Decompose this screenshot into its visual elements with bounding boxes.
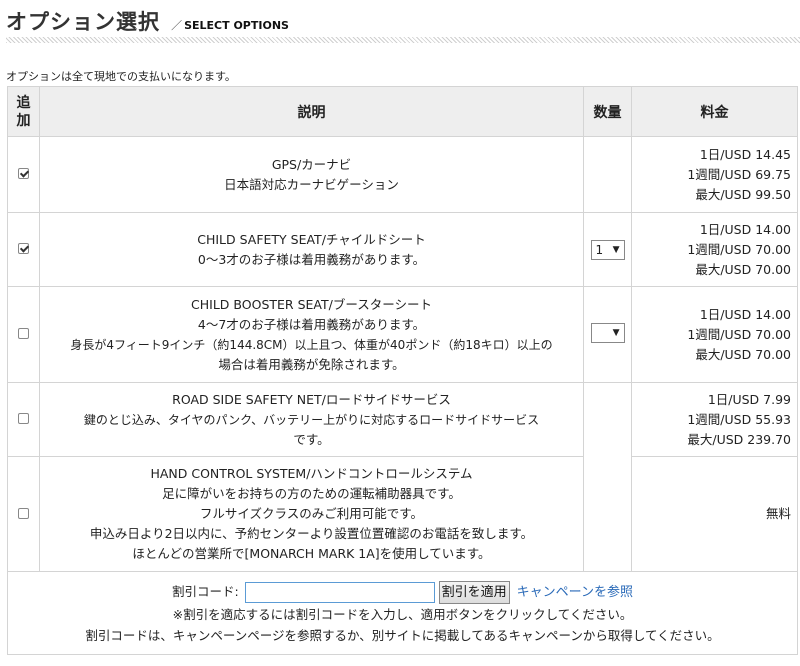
- discount-cell: 割引コード: 割引を適用 キャンペーンを参照 ※割引を適応するには割引コードを入…: [7, 571, 798, 655]
- chevron-down-icon: ▼: [612, 244, 620, 255]
- subtitle-slash: ／: [171, 19, 183, 32]
- description-line: 鍵のとじ込み、タイヤのパンク、バッテリー上がりに対応するロードサイドサービス: [83, 412, 540, 427]
- options-table: 追加 説明 数量 料金 GPS/カーナビ 日本語対応カーナビゲーション 1日/U…: [7, 86, 798, 655]
- table-row: ROAD SIDE SAFETY NET/ロードサイドサービス 鍵のとじ込み、タ…: [7, 382, 798, 457]
- option-checkbox-hand-control[interactable]: [18, 507, 29, 519]
- table-row: CHILD BOOSTER SEAT/ブースターシート 4〜7才のお子様は着用義…: [7, 286, 798, 383]
- page-title: オプション選択: [6, 10, 160, 34]
- option-checkbox-booster-seat[interactable]: [18, 328, 29, 339]
- header-quantity: 数量: [583, 86, 632, 137]
- price-line: 1日/USD 7.99: [707, 391, 791, 407]
- price-line: 1週間/USD 70.00: [687, 241, 791, 257]
- option-description: CHILD SAFETY SEAT/チャイルドシート 0〜3才のお子様は着用義務…: [39, 212, 584, 287]
- option-checkbox-gps[interactable]: [18, 168, 29, 179]
- description-line: CHILD SAFETY SEAT/チャイルドシート: [197, 231, 426, 247]
- description-line: HAND CONTROL SYSTEM/ハンドコントロールシステム: [150, 466, 473, 481]
- option-price: 1日/USD 14.45 1週間/USD 69.75 最大/USD 99.50: [631, 136, 798, 213]
- option-quantity-cell: ▼: [583, 286, 632, 383]
- description-line: フルサイズクラスのみご利用可能です。: [199, 506, 424, 521]
- discount-form: 割引コード: 割引を適用 キャンペーンを参照: [9, 580, 796, 604]
- price-line: 1週間/USD 55.93: [687, 411, 791, 427]
- description-line: 4〜7才のお子様は着用義務があります。: [197, 316, 426, 332]
- option-quantity-cell: 1 ▼: [583, 212, 632, 287]
- description-line: 場合は着用義務が免除されます。: [218, 356, 405, 372]
- description-line: 日本語対応カーナビゲーション: [224, 176, 399, 192]
- description-line: 身長が4フィート9インチ（約144.8CM）以上且つ、体重が40ポンド（約18キ…: [70, 337, 553, 352]
- page-subtitle: ／ SELECT OPTIONS: [171, 19, 289, 32]
- description-line: CHILD BOOSTER SEAT/ブースターシート: [191, 296, 432, 312]
- option-description: GPS/カーナビ 日本語対応カーナビゲーション: [39, 136, 584, 213]
- price-line: 最大/USD 70.00: [695, 346, 791, 362]
- quantity-select-child-seat[interactable]: 1 ▼: [590, 239, 625, 260]
- quantity-value: 1: [595, 242, 604, 257]
- option-price: 1日/USD 14.00 1週間/USD 70.00 最大/USD 70.00: [631, 212, 798, 287]
- description-line: ROAD SIDE SAFETY NET/ロードサイドサービス: [172, 391, 451, 407]
- discount-code-input[interactable]: [244, 581, 435, 603]
- option-add-cell: [7, 456, 40, 572]
- payment-note: オプションは全て現地での支払いになります。: [6, 70, 236, 83]
- description-line: 0〜3才のお子様は着用義務があります。: [197, 251, 426, 267]
- price-line: 1日/USD 14.00: [699, 306, 791, 322]
- option-checkbox-roadside[interactable]: [18, 413, 29, 424]
- option-add-cell: [7, 212, 40, 287]
- option-quantity-cell: [583, 382, 632, 457]
- price-line: 無料: [765, 506, 791, 521]
- option-quantity-cell: [583, 456, 632, 572]
- price-line: 最大/USD 99.50: [695, 186, 791, 202]
- option-price: 1日/USD 7.99 1週間/USD 55.93 最大/USD 239.70: [631, 382, 798, 457]
- page-header: オプション選択 ／ SELECT OPTIONS: [6, 6, 289, 36]
- header-add-label: 追加: [16, 94, 31, 129]
- description-line: 足に障がいをお持ちの方のための運転補助器具です。: [162, 486, 461, 501]
- description-line: ほとんどの営業所で[MONARCH MARK 1A]を使用しています。: [132, 546, 491, 561]
- option-checkbox-child-seat[interactable]: [18, 243, 29, 254]
- subtitle-text: SELECT OPTIONS: [184, 19, 289, 32]
- price-line: 1日/USD 14.45: [699, 146, 791, 162]
- discount-row: 割引コード: 割引を適用 キャンペーンを参照 ※割引を適応するには割引コードを入…: [7, 571, 798, 655]
- discount-label: 割引コード:: [171, 583, 239, 599]
- header-divider: [6, 37, 800, 43]
- option-add-cell: [7, 136, 40, 213]
- quantity-select-booster-seat[interactable]: ▼: [590, 323, 625, 343]
- option-price: 無料: [631, 456, 798, 572]
- table-row: HAND CONTROL SYSTEM/ハンドコントロールシステム 足に障がいを…: [7, 456, 798, 572]
- option-quantity-cell: [583, 136, 632, 213]
- header-description: 説明: [39, 86, 584, 137]
- header-price: 料金: [631, 86, 798, 137]
- discount-note-2: 割引コードは、キャンペーンページを参照するか、別サイトに掲載してあるキャンペーン…: [85, 627, 720, 643]
- apply-discount-button[interactable]: 割引を適用: [438, 580, 510, 604]
- option-description: CHILD BOOSTER SEAT/ブースターシート 4〜7才のお子様は着用義…: [39, 286, 584, 383]
- option-price: 1日/USD 14.00 1週間/USD 70.00 最大/USD 70.00: [631, 286, 798, 383]
- chevron-down-icon: ▼: [612, 328, 620, 338]
- price-line: 最大/USD 70.00: [695, 261, 791, 277]
- discount-note-1: ※割引を適応するには割引コードを入力し、適用ボタンをクリックしてください。: [172, 606, 633, 622]
- description-line: です。: [293, 431, 330, 447]
- description-line: 申込み日より2日以内に、予約センターより設置位置確認のお電話を致します。: [89, 526, 534, 541]
- price-line: 1週間/USD 70.00: [687, 326, 791, 342]
- campaign-link[interactable]: キャンペーンを参照: [517, 585, 633, 600]
- price-line: 最大/USD 239.70: [687, 431, 791, 447]
- price-line: 1週間/USD 69.75: [687, 166, 791, 182]
- option-description: ROAD SIDE SAFETY NET/ロードサイドサービス 鍵のとじ込み、タ…: [39, 382, 584, 457]
- option-description: HAND CONTROL SYSTEM/ハンドコントロールシステム 足に障がいを…: [39, 456, 584, 572]
- description-line: GPS/カーナビ: [271, 156, 352, 172]
- option-add-cell: [7, 382, 40, 457]
- header-add: 追加: [7, 86, 40, 137]
- table-row: GPS/カーナビ 日本語対応カーナビゲーション 1日/USD 14.45 1週間…: [7, 136, 798, 213]
- table-row: CHILD SAFETY SEAT/チャイルドシート 0〜3才のお子様は着用義務…: [7, 212, 798, 287]
- option-add-cell: [7, 286, 40, 383]
- price-line: 1日/USD 14.00: [699, 221, 791, 237]
